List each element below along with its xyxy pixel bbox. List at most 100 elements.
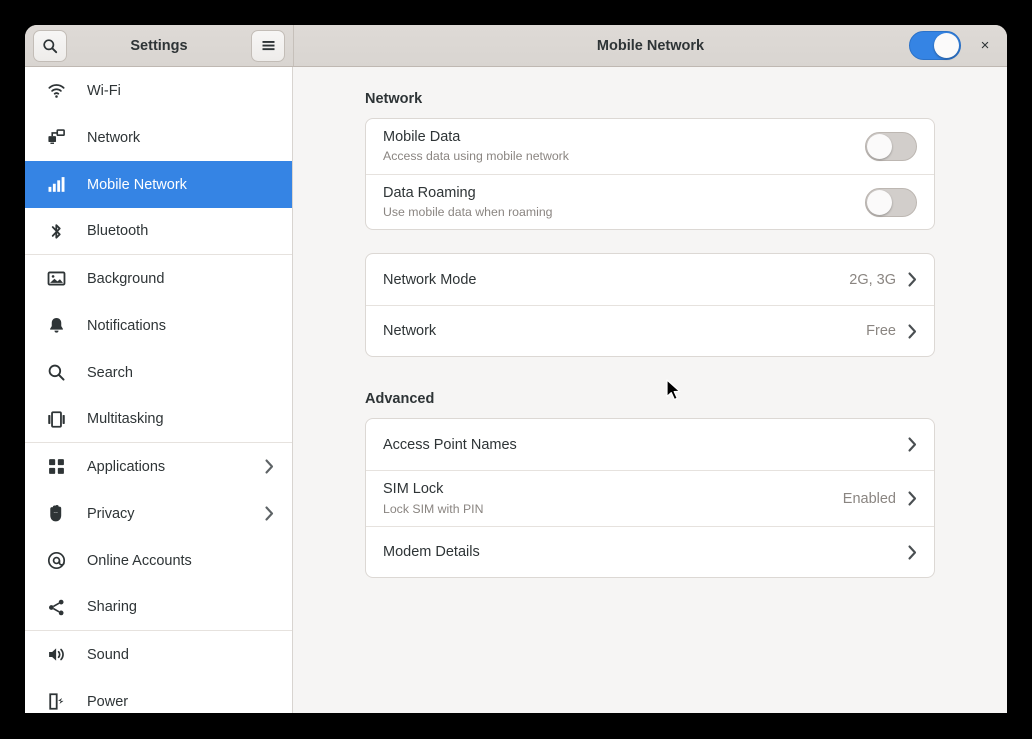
grid-apps-icon	[46, 457, 66, 477]
search-button[interactable]	[33, 30, 67, 62]
window-body: Wi-FiNetworkMobile NetworkBluetoothBackg…	[25, 67, 1007, 713]
magnifier-icon	[47, 363, 66, 382]
sidebar-item-label: Sound	[87, 647, 274, 663]
row-sim-lock[interactable]: SIM Lock Lock SIM with PIN Enabled	[366, 470, 934, 526]
hand-icon	[47, 504, 66, 523]
multitasking-icon	[47, 410, 66, 429]
bell-icon	[46, 316, 66, 336]
grid-apps-icon	[47, 457, 66, 476]
row-access-point-names[interactable]: Access Point Names	[366, 419, 934, 470]
power-battery-icon	[46, 692, 66, 712]
sidebar-item-background[interactable]: Background	[25, 255, 292, 302]
close-button[interactable]: ×	[972, 33, 998, 59]
main-menu-button[interactable]	[251, 30, 285, 62]
chevron-right-icon	[908, 491, 917, 506]
sidebar-item-notifications[interactable]: Notifications	[25, 302, 292, 349]
row-data-roaming[interactable]: Data Roaming Use mobile data when roamin…	[366, 174, 934, 230]
sidebar-item-label: Background	[87, 271, 274, 287]
sidebar-item-label: Mobile Network	[87, 177, 274, 193]
sidebar-item-label: Multitasking	[87, 411, 274, 427]
bluetooth-icon	[47, 222, 66, 241]
image-icon	[46, 269, 66, 289]
sidebar: Wi-FiNetwork Mobile Network Bluetooth Backg…	[25, 67, 293, 713]
toggle-knob	[867, 134, 892, 159]
bluetooth-icon	[46, 221, 66, 241]
magnifier-icon	[46, 363, 66, 383]
sidebar-item-power[interactable]: Power	[25, 678, 292, 713]
sidebar-item-label: Applications	[87, 459, 265, 475]
sidebar-item-label: Online Accounts	[87, 553, 274, 569]
row-title: Data Roaming	[383, 184, 865, 202]
signal-bars-icon	[47, 175, 66, 194]
chevron-right-icon	[908, 324, 917, 339]
row-subtitle: Use mobile data when roaming	[383, 204, 865, 221]
row-title: Mobile Data	[383, 128, 865, 146]
toggle-knob	[934, 33, 959, 58]
sidebar-item-wi-fi[interactable]: Wi-Fi	[25, 67, 292, 114]
chevron-right-icon	[265, 506, 274, 521]
sidebar-item-online-accounts[interactable]: Online Accounts	[25, 537, 292, 584]
network-wired-icon	[46, 128, 66, 148]
data-roaming-toggle[interactable]	[865, 188, 917, 217]
sidebar-item-label: Power	[87, 694, 274, 710]
row-modem-details[interactable]: Modem Details	[366, 526, 934, 577]
chevron-right-icon	[908, 437, 917, 452]
row-text: Data Roaming Use mobile data when roamin…	[383, 184, 865, 221]
sidebar-item-search[interactable]: Search	[25, 349, 292, 396]
wifi-icon	[47, 81, 66, 100]
sidebar-item-mobile-network[interactable]: Mobile Network	[25, 161, 292, 208]
sidebar-header: Settings	[25, 25, 293, 66]
row-text: SIM Lock Lock SIM with PIN	[383, 480, 843, 517]
row-value: 2G, 3G	[849, 272, 896, 288]
row-text: Mobile Data Access data using mobile net…	[383, 128, 865, 165]
chevron-right-icon	[265, 459, 274, 474]
multitasking-icon	[46, 409, 66, 429]
image-icon	[47, 269, 66, 288]
row-network-mode[interactable]: Network Mode 2G, 3G	[366, 254, 934, 305]
network-nav-card: Network Mode 2G, 3G Network Free	[365, 253, 935, 357]
settings-window: Settings Mobile Network × Wi-FiNetworkMo…	[25, 25, 1007, 713]
advanced-card: Access Point Names SIM Lock Lock SIM wit…	[365, 418, 935, 578]
signal-bars-icon	[46, 175, 66, 195]
mobile-network-master-toggle[interactable]	[909, 31, 961, 60]
row-value: Free	[866, 323, 896, 339]
share-icon	[46, 597, 66, 617]
mobile-data-toggle[interactable]	[865, 132, 917, 161]
row-subtitle: Access data using mobile network	[383, 148, 865, 165]
chevron-right-icon	[908, 272, 917, 287]
sidebar-item-network[interactable]: Network	[25, 114, 292, 161]
row-mobile-data[interactable]: Mobile Data Access data using mobile net…	[366, 119, 934, 174]
row-text: Modem Details	[383, 543, 908, 561]
sidebar-item-label: Search	[87, 365, 274, 381]
sidebar-item-label: Notifications	[87, 318, 274, 334]
row-value: Enabled	[843, 491, 896, 507]
row-title: Access Point Names	[383, 436, 908, 454]
row-network[interactable]: Network Free	[366, 305, 934, 356]
sidebar-item-label: Sharing	[87, 599, 274, 615]
wifi-icon	[46, 81, 66, 101]
chevron-right-icon	[908, 545, 917, 560]
bell-icon	[47, 316, 66, 335]
sidebar-item-label: Privacy	[87, 506, 265, 522]
speaker-icon	[46, 645, 66, 665]
sidebar-item-privacy[interactable]: Privacy	[25, 490, 292, 537]
sidebar-item-bluetooth[interactable]: Bluetooth	[25, 208, 292, 255]
toggle-knob	[867, 190, 892, 215]
sidebar-item-sharing[interactable]: Sharing	[25, 584, 292, 631]
row-text: Network Mode	[383, 271, 849, 289]
main-content: Network Mobile Data Access data using mo…	[293, 67, 1007, 713]
header-bar: Settings Mobile Network ×	[25, 25, 1007, 67]
at-sign-icon	[46, 551, 66, 571]
row-text: Access Point Names	[383, 436, 908, 454]
sidebar-item-multitasking[interactable]: Multitasking	[25, 396, 292, 443]
network-wired-icon	[47, 128, 66, 147]
row-title: SIM Lock	[383, 480, 843, 498]
hand-icon	[46, 504, 66, 524]
page-header: Mobile Network ×	[293, 25, 1007, 66]
network-toggles-card: Mobile Data Access data using mobile net…	[365, 118, 935, 230]
sidebar-item-sound[interactable]: Sound	[25, 631, 292, 678]
sidebar-item-applications[interactable]: Applications	[25, 443, 292, 490]
page-title: Mobile Network	[294, 38, 1007, 54]
row-text: Network	[383, 322, 866, 340]
share-icon	[47, 598, 66, 617]
